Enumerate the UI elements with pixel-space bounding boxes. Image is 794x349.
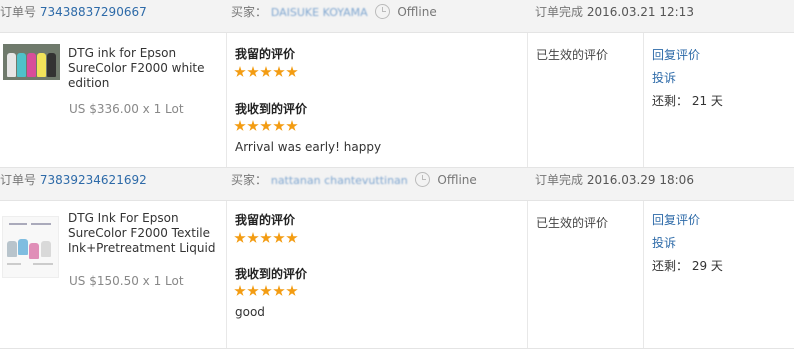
received-comment: good <box>235 305 265 319</box>
completed-label: 订单完成 <box>535 5 584 19</box>
status-column: 已生效的评价 <box>527 33 643 167</box>
my-review-label: 我留的评价 <box>235 213 296 227</box>
star-icon <box>234 66 246 77</box>
order-completed: 订单完成 2016.03.21 12:13 <box>535 0 694 33</box>
order-header: 订单号 73839234621692 买家： nattanan chantevu… <box>0 168 794 201</box>
star-icon <box>234 232 246 243</box>
star-icon <box>247 285 259 296</box>
order-number-link[interactable]: 73438837290667 <box>40 5 147 19</box>
received-rating-stars <box>234 285 299 299</box>
product-price: US $150.50 x 1 Lot <box>69 274 184 288</box>
product-thumbnail[interactable] <box>3 44 60 80</box>
offline-status: Offline <box>437 173 477 187</box>
reply-review-link[interactable]: 回复评价 <box>652 46 700 63</box>
star-icon <box>273 285 285 296</box>
received-review-label: 我收到的评价 <box>235 267 308 281</box>
order-card: 订单号 73438837290667 买家： DAISUKE KOYAMA Of… <box>0 0 794 168</box>
order-number-link[interactable]: 73839234621692 <box>40 173 147 187</box>
order-body: DTG ink for Epson SureColor F2000 white … <box>0 33 794 168</box>
buyer-label: 买家： <box>231 5 268 19</box>
star-icon <box>260 66 272 77</box>
order-number: 订单号 73839234621692 <box>0 168 147 201</box>
order-number: 订单号 73438837290667 <box>0 0 147 33</box>
my-rating-stars <box>234 232 299 246</box>
buyer-info: 买家： nattanan chantevuttinan Offline <box>231 168 477 201</box>
offline-status: Offline <box>397 5 437 19</box>
review-column: 我留的评价 我收到的评价 good <box>226 201 527 348</box>
star-icon <box>247 120 259 131</box>
status-column: 已生效的评价 <box>527 201 643 348</box>
star-icon <box>286 232 298 243</box>
order-body: DTG Ink For Epson SureColor F2000 Textil… <box>0 201 794 349</box>
clock-icon <box>414 172 430 187</box>
star-icon <box>286 66 298 77</box>
order-header: 订单号 73438837290667 买家： DAISUKE KOYAMA Of… <box>0 0 794 33</box>
product-column: DTG Ink For Epson SureColor F2000 Textil… <box>0 201 226 348</box>
order-completed: 订单完成 2016.03.29 18:06 <box>535 168 694 201</box>
received-comment: Arrival was early! happy <box>235 140 382 154</box>
product-column: DTG ink for Epson SureColor F2000 white … <box>0 33 226 167</box>
order-number-label: 订单号 <box>0 173 37 187</box>
my-review-label: 我留的评价 <box>235 47 296 61</box>
remaining-days: 还剩： 21 天 <box>652 92 723 109</box>
reply-review-link[interactable]: 回复评价 <box>652 211 700 228</box>
completed-time: 2016.03.21 12:13 <box>586 5 694 19</box>
complain-link[interactable]: 投诉 <box>652 234 676 251</box>
review-status: 已生效的评价 <box>536 216 609 230</box>
buyer-label: 买家： <box>231 173 268 187</box>
action-column: 回复评价 投诉 还剩： 29 天 <box>643 201 794 348</box>
star-icon <box>260 120 272 131</box>
star-icon <box>260 232 272 243</box>
star-icon <box>260 285 272 296</box>
star-icon <box>286 285 298 296</box>
action-column: 回复评价 投诉 还剩： 21 天 <box>643 33 794 167</box>
order-number-label: 订单号 <box>0 5 37 19</box>
remaining-days: 还剩： 29 天 <box>652 257 723 274</box>
product-thumbnail[interactable] <box>2 216 59 278</box>
review-column: 我留的评价 我收到的评价 Arrival was early! happy <box>226 33 527 167</box>
product-title-link[interactable]: DTG ink for Epson SureColor F2000 white … <box>68 46 226 91</box>
received-rating-stars <box>234 120 299 134</box>
star-icon <box>273 120 285 131</box>
order-card: 订单号 73839234621692 买家： nattanan chantevu… <box>0 168 794 349</box>
star-icon <box>234 285 246 296</box>
complain-link[interactable]: 投诉 <box>652 69 676 86</box>
received-review-label: 我收到的评价 <box>235 102 308 116</box>
completed-time: 2016.03.29 18:06 <box>586 173 694 187</box>
star-icon <box>273 232 285 243</box>
product-title-link[interactable]: DTG Ink For Epson SureColor F2000 Textil… <box>68 211 226 256</box>
remaining-label: 还剩： <box>652 259 689 273</box>
remaining-label: 还剩： <box>652 94 689 108</box>
buyer-name-link[interactable]: DAISUKE KOYAMA <box>271 6 368 19</box>
remaining-value: 29 天 <box>691 259 723 273</box>
buyer-name-link[interactable]: nattanan chantevuttinan <box>271 174 408 187</box>
star-icon <box>234 120 246 131</box>
my-rating-stars <box>234 66 299 80</box>
buyer-info: 买家： DAISUKE KOYAMA Offline <box>231 0 437 33</box>
review-status: 已生效的评价 <box>536 48 609 62</box>
remaining-value: 21 天 <box>691 94 723 108</box>
clock-icon <box>374 4 390 19</box>
star-icon <box>247 66 259 77</box>
star-icon <box>273 66 285 77</box>
star-icon <box>247 232 259 243</box>
completed-label: 订单完成 <box>535 173 584 187</box>
product-price: US $336.00 x 1 Lot <box>69 102 184 116</box>
star-icon <box>286 120 298 131</box>
